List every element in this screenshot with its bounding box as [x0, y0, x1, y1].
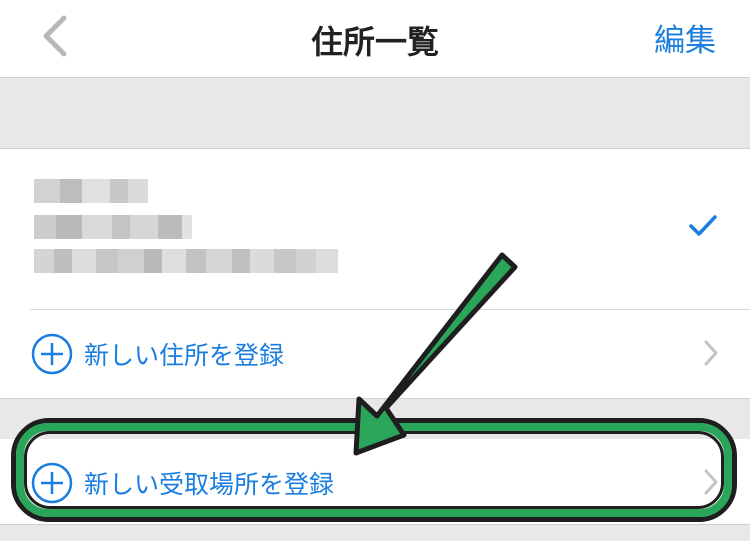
saved-address-cell[interactable] [0, 149, 750, 309]
edit-button[interactable]: 編集 [654, 15, 716, 60]
blurred-postal-code [34, 215, 192, 239]
blurred-street-address [34, 249, 338, 273]
navigation-bar: 住所一覧 編集 [0, 0, 750, 78]
add-address-label: 新しい住所を登録 [84, 341, 285, 370]
chevron-right-icon [704, 340, 718, 366]
section-spacer [0, 78, 750, 149]
add-address-row[interactable]: 新しい住所を登録 [0, 310, 750, 396]
page-title: 住所一覧 [310, 23, 439, 61]
section-spacer [0, 524, 750, 541]
blurred-name [34, 179, 148, 203]
checkmark-icon [688, 213, 718, 239]
plus-circle-icon [31, 333, 73, 375]
highlight-frame [11, 418, 737, 522]
